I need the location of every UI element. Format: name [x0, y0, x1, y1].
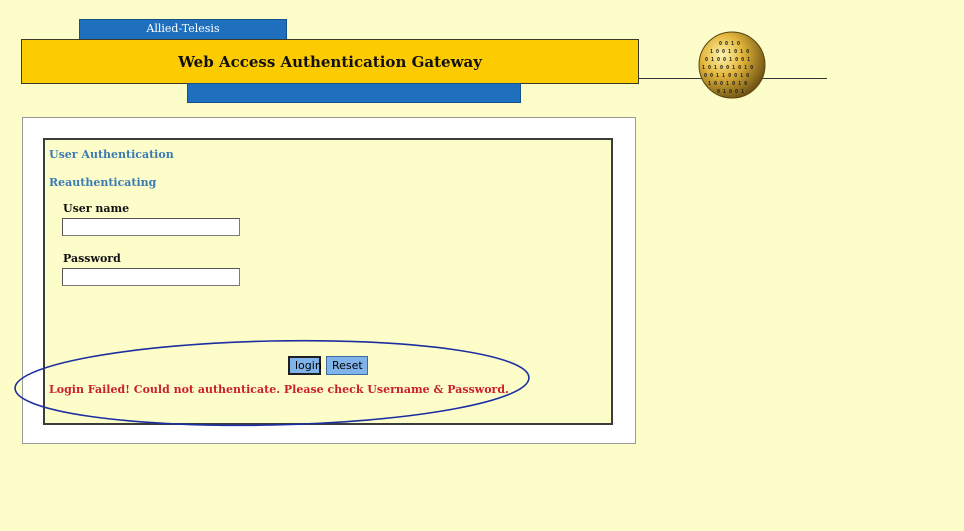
username-field[interactable]: [62, 218, 240, 236]
password-label: Password: [63, 252, 121, 265]
svg-text:0 1 0 0 1 0 0 1: 0 1 0 0 1 0 0 1: [705, 57, 750, 63]
page-title: Web Access Authentication Gateway: [21, 39, 639, 84]
annotation-ellipse: [14, 339, 530, 427]
header-accent-bar: [187, 83, 521, 103]
form-subheading: Reauthenticating: [49, 176, 157, 189]
svg-text:0 0 1 1 0 0 1 0: 0 0 1 1 0 0 1 0: [704, 73, 749, 79]
svg-text:1 0 1 0 0 1 0 1 0: 1 0 1 0 0 1 0 1 0: [702, 65, 753, 71]
password-field[interactable]: [62, 268, 240, 286]
svg-text:1 0 0 1 0 1 0: 1 0 0 1 0 1 0: [710, 49, 749, 55]
svg-text:0 1 0 0 1: 0 1 0 0 1: [717, 89, 744, 95]
svg-text:0 0 1 0: 0 0 1 0: [719, 41, 740, 47]
vendor-tab: Allied-Telesis: [79, 19, 287, 40]
globe-icon: 0 0 1 0 1 0 0 1 0 1 0 0 1 0 0 1 0 0 1 1 …: [698, 31, 766, 99]
form-heading: User Authentication: [49, 148, 174, 161]
svg-text:1 0 0 1 0 1 0: 1 0 0 1 0 1 0: [708, 81, 747, 87]
username-label: User name: [63, 202, 130, 215]
